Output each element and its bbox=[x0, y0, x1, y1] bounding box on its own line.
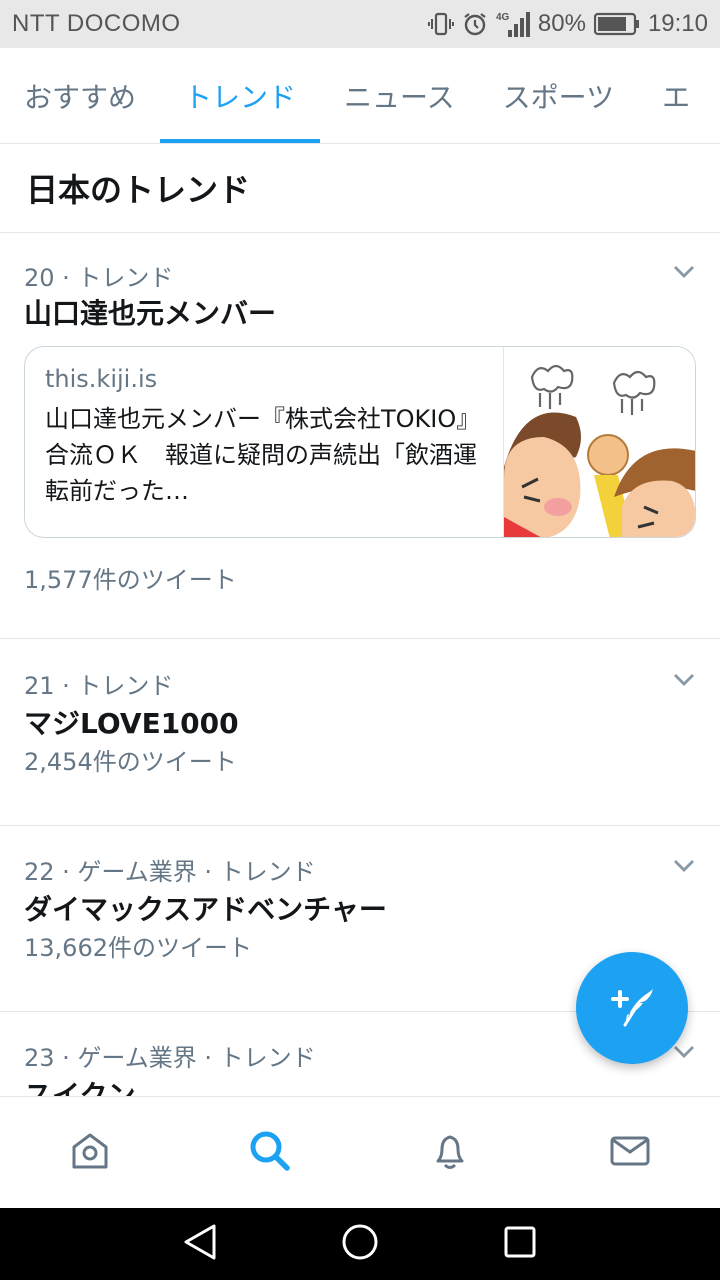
card-domain: this.kiji.is bbox=[45, 365, 158, 393]
trend-meta: 22 · ゲーム業界 · トレンド bbox=[24, 858, 316, 886]
chevron-down-icon[interactable] bbox=[670, 666, 698, 694]
card-headline: 山口達也元メンバー『株式会社TOKIO』合流ＯＫ 報道に疑問の声続出「飲酒運転前… bbox=[45, 405, 481, 505]
back-button[interactable] bbox=[170, 1214, 230, 1274]
signal-icon: 4G bbox=[496, 10, 530, 38]
nav-search[interactable] bbox=[180, 1097, 360, 1208]
trend-name: マジLOVE1000 bbox=[24, 707, 239, 740]
tab-trends[interactable]: トレンド bbox=[160, 48, 321, 143]
nav-home[interactable] bbox=[0, 1097, 180, 1208]
trend-meta: 20 · トレンド bbox=[24, 264, 174, 292]
search-icon bbox=[247, 1128, 293, 1178]
tweet-count: 2,454件のツイート bbox=[24, 748, 237, 776]
trend-name: スイクン bbox=[24, 1079, 136, 1096]
bell-icon bbox=[428, 1129, 472, 1177]
clock: 19:10 bbox=[647, 10, 708, 37]
trend-name: 山口達也元メンバー bbox=[24, 297, 277, 330]
tab-entertainment[interactable]: エ bbox=[638, 48, 714, 143]
nav-notifications[interactable] bbox=[360, 1097, 540, 1208]
card-thumbnail bbox=[503, 347, 695, 537]
trend-meta: 21 · トレンド bbox=[24, 672, 174, 700]
chevron-down-icon[interactable] bbox=[670, 258, 698, 286]
alarm-icon bbox=[462, 11, 488, 37]
trend-name: ダイマックスアドベンチャー bbox=[24, 893, 387, 926]
compose-tweet-button[interactable] bbox=[576, 952, 688, 1064]
android-nav-bar bbox=[0, 1208, 720, 1280]
recents-icon bbox=[502, 1224, 538, 1264]
bottom-nav bbox=[0, 1096, 720, 1208]
home-circle-icon bbox=[340, 1222, 380, 1266]
battery-percent: 80% bbox=[537, 10, 586, 37]
svg-text:4G: 4G bbox=[496, 12, 510, 23]
section-header: 日本のトレンド bbox=[0, 144, 720, 233]
news-card[interactable]: this.kiji.is 山口達也元メンバー『株式会社TOKIO』合流ＯＫ 報道… bbox=[24, 346, 696, 538]
carrier-name: NTT DOCOMO bbox=[12, 10, 181, 37]
compose-tweet-icon bbox=[607, 981, 657, 1035]
status-icons: 4G 80% 19:10 bbox=[427, 0, 708, 48]
recents-button[interactable] bbox=[490, 1214, 550, 1274]
section-title: 日本のトレンド bbox=[26, 171, 251, 209]
home-icon bbox=[68, 1129, 112, 1177]
chevron-down-icon[interactable] bbox=[670, 852, 698, 880]
tweet-count: 1,577件のツイート bbox=[24, 566, 237, 594]
explore-tabs: おすすめ トレンド ニュース スポーツ エ bbox=[0, 48, 720, 144]
trend-item[interactable]: 21 · トレンド マジLOVE1000 2,454件のツイート bbox=[0, 640, 720, 826]
vibrate-icon bbox=[427, 11, 454, 37]
card-text: this.kiji.is 山口達也元メンバー『株式会社TOKIO』合流ＯＫ 報道… bbox=[45, 361, 485, 509]
nav-messages[interactable] bbox=[540, 1097, 720, 1208]
tab-news[interactable]: ニュース bbox=[320, 48, 479, 143]
home-button[interactable] bbox=[330, 1214, 390, 1274]
battery-icon bbox=[593, 12, 640, 36]
tab-sports[interactable]: スポーツ bbox=[479, 48, 638, 143]
mail-icon bbox=[608, 1129, 652, 1177]
back-icon bbox=[182, 1222, 218, 1266]
trend-meta: 23 · ゲーム業界 · トレンド bbox=[24, 1044, 316, 1072]
status-bar: NTT DOCOMO 4G 80% 19:10 bbox=[0, 0, 720, 48]
tweet-count: 13,662件のツイート bbox=[24, 934, 252, 962]
tab-recommended[interactable]: おすすめ bbox=[0, 48, 160, 143]
